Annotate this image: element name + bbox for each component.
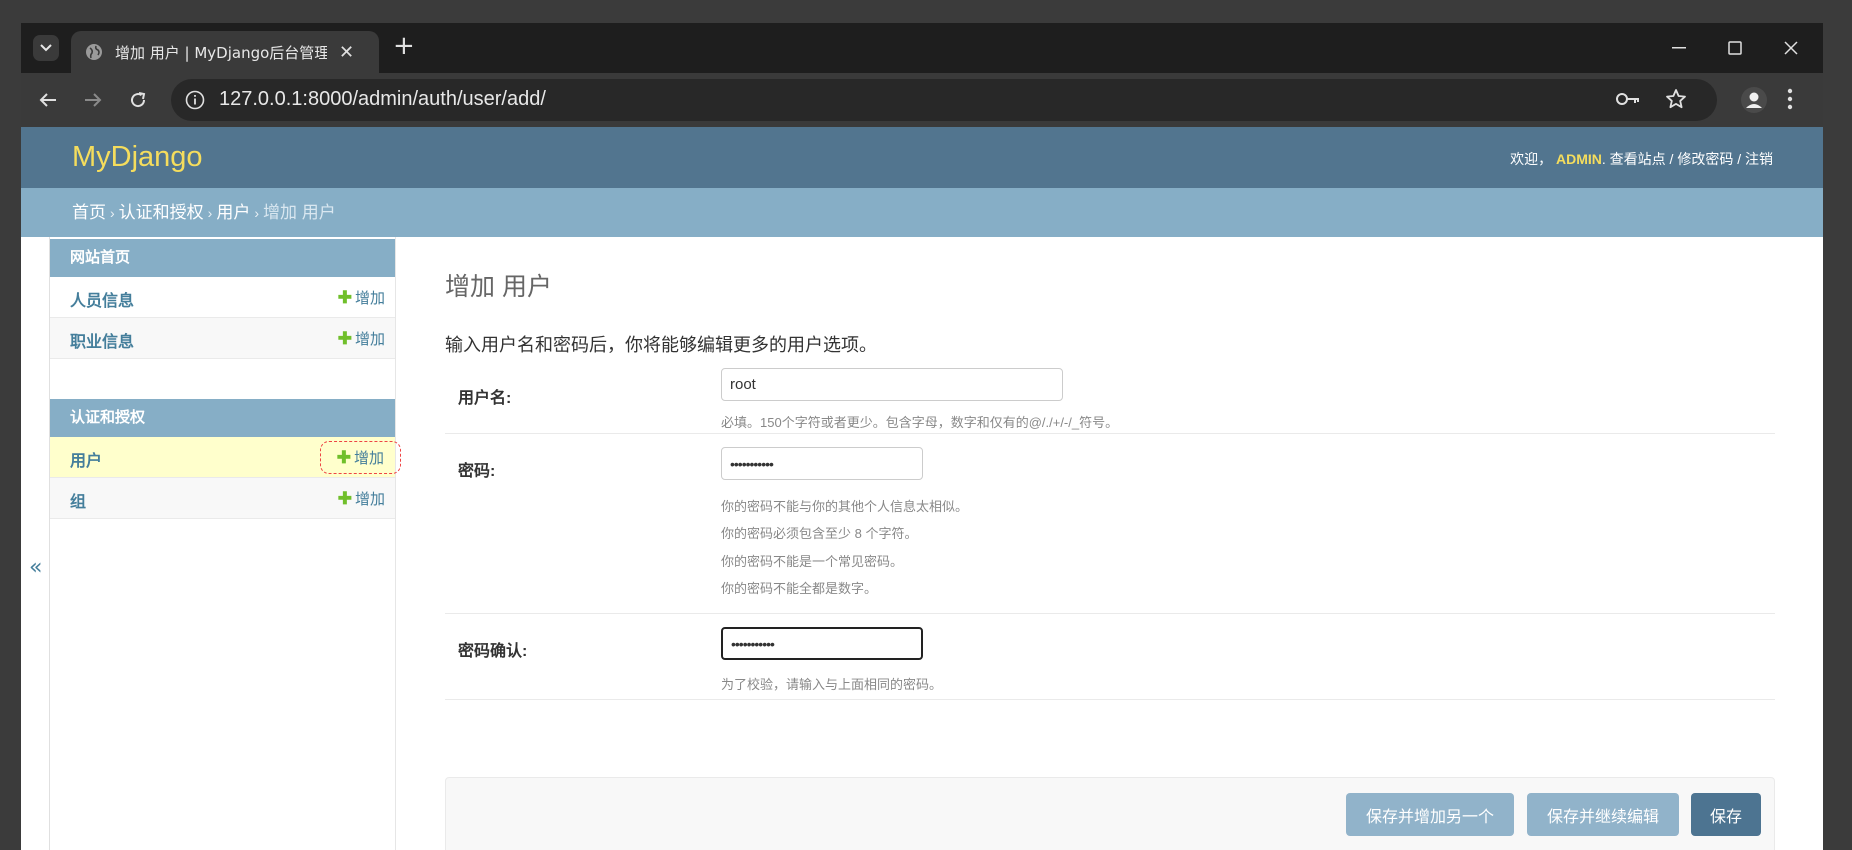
arrow-left-icon: [39, 93, 56, 107]
sidebar-item-label[interactable]: 用户: [70, 447, 102, 471]
plus-icon: ✚: [337, 489, 352, 508]
reload-icon: [131, 92, 146, 108]
module-site: 网站首页 人员信息 ✚ 增加 职业信息 ✚ 增加: [50, 239, 395, 359]
sidebar-item-label[interactable]: 人员信息: [70, 287, 134, 311]
sidebar-item-career[interactable]: 职业信息 ✚ 增加: [50, 318, 395, 359]
module-caption[interactable]: 网站首页: [50, 239, 395, 277]
breadcrumb-model[interactable]: 用户: [216, 203, 250, 222]
admin-header: MyDjango 欢迎， ADMIN. 查看站点 / 修改密码 / 注销: [21, 127, 1823, 188]
sidebar-item-users[interactable]: 用户 ✚ 增加: [50, 437, 401, 478]
breadcrumb-app[interactable]: 认证和授权: [119, 203, 204, 222]
globe-icon: [86, 44, 102, 60]
page-title: 增加 用户: [445, 273, 552, 301]
close-tab-icon[interactable]: ✕: [339, 42, 354, 63]
module-auth: 认证和授权 用户 ✚ 增加 组 ✚ 增加: [50, 399, 401, 519]
password-confirm-field[interactable]: [721, 627, 923, 660]
add-link[interactable]: ✚ 增加: [338, 488, 385, 509]
back-button[interactable]: [33, 85, 63, 115]
tab-search-button[interactable]: [33, 35, 59, 61]
password-confirm-row: 密码确认: 为了校验，请输入与上面相同的密码。: [445, 614, 1775, 700]
sidebar-item-label[interactable]: 职业信息: [70, 328, 134, 352]
sidebar-item-person[interactable]: 人员信息 ✚ 增加: [50, 277, 395, 318]
sidebar-toggle[interactable]: «: [21, 237, 50, 850]
username-row: 用户名: 必填。150个字符或者更少。包含字母，数字和仅有的@/./+/-/_符…: [445, 364, 1775, 434]
password-confirm-label: 密码确认:: [458, 643, 528, 660]
profile-icon[interactable]: [1740, 86, 1768, 114]
close-window-button[interactable]: [1763, 23, 1819, 73]
url-text: 127.0.0.1:8000/admin/auth/user/add/: [219, 88, 546, 110]
main-content: 增加 用户 输入用户名和密码后，你将能够编辑更多的用户选项。 用户名: 必填。1…: [445, 237, 1795, 850]
form-intro: 输入用户名和密码后，你将能够编辑更多的用户选项。: [445, 335, 877, 355]
module-caption[interactable]: 认证和授权: [50, 399, 395, 437]
welcome-text: 欢迎，: [1510, 151, 1553, 167]
password-help-item: 你的密码不能全都是数字。: [721, 581, 878, 596]
separator: /: [1737, 151, 1742, 167]
password-row: 密码: 你的密码不能与你的其他个人信息太相似。 你的密码必须包含至少 8 个字符…: [445, 434, 1775, 614]
add-link[interactable]: ✚ 增加: [338, 328, 385, 349]
maximize-button[interactable]: [1707, 23, 1763, 73]
user-tools: 欢迎， ADMIN. 查看站点 / 修改密码 / 注销: [1510, 151, 1773, 167]
add-label: 增加: [354, 491, 385, 508]
save-and-add-another-button[interactable]: 保存并增加另一个: [1346, 793, 1514, 836]
breadcrumb-current: 增加 用户: [263, 203, 336, 222]
password-confirm-help: 为了校验，请输入与上面相同的密码。: [721, 677, 943, 692]
reload-button[interactable]: [123, 85, 153, 115]
browser-tab[interactable]: 增加 用户 | MyDjango后台管理 ✕: [71, 31, 379, 73]
bookmark-star-icon[interactable]: [1665, 88, 1687, 110]
chevron-down-icon: [40, 44, 52, 52]
save-button[interactable]: 保存: [1691, 793, 1761, 836]
password-help-item: 你的密码不能是一个常见密码。: [721, 554, 904, 569]
add-label: 增加: [353, 450, 384, 467]
browser-window: 增加 用户 | MyDjango后台管理 ✕ + 127.0.0.1:8000/…: [21, 23, 1823, 850]
add-link[interactable]: ✚ 增加: [338, 287, 385, 308]
separator: /: [1669, 151, 1674, 167]
collapse-sidebar-icon: «: [29, 555, 43, 580]
more-menu-icon[interactable]: [1787, 87, 1793, 111]
logout-link[interactable]: 注销: [1745, 151, 1773, 167]
browser-toolbar: 127.0.0.1:8000/admin/auth/user/add/: [21, 73, 1823, 127]
change-password-link[interactable]: 修改密码: [1677, 151, 1733, 167]
view-site-link[interactable]: 查看站点: [1610, 151, 1666, 167]
password-field[interactable]: [721, 447, 923, 480]
nav-sidebar: 网站首页 人员信息 ✚ 增加 职业信息 ✚ 增加 认证和授权 用户 ✚ 增加 组 ✚ 增…: [50, 237, 401, 850]
site-brand[interactable]: MyDjango: [72, 141, 203, 174]
add-label: 增加: [354, 290, 385, 307]
maximize-icon: [1728, 41, 1742, 55]
add-link[interactable]: ✚ 增加: [319, 441, 401, 474]
save-and-continue-button[interactable]: 保存并继续编辑: [1527, 793, 1679, 836]
close-icon: [1784, 41, 1798, 55]
tab-strip: 增加 用户 | MyDjango后台管理 ✕ +: [21, 23, 1823, 73]
password-help-item: 你的密码不能与你的其他个人信息太相似。: [721, 499, 969, 514]
breadcrumb-sep: ›: [207, 205, 213, 221]
plus-icon: ✚: [337, 288, 352, 307]
password-help-item: 你的密码必须包含至少 8 个字符。: [721, 526, 918, 541]
key-icon[interactable]: [1615, 90, 1641, 108]
username-help: 必填。150个字符或者更少。包含字母，数字和仅有的@/./+/-/_符号。: [721, 415, 1119, 430]
plus-icon: ✚: [336, 448, 351, 467]
add-label: 增加: [354, 331, 385, 348]
breadcrumb-home[interactable]: 首页: [72, 203, 106, 222]
breadcrumb-sep: ›: [110, 205, 115, 221]
plus-icon: ✚: [337, 329, 352, 348]
password-label: 密码:: [458, 463, 496, 480]
address-bar[interactable]: 127.0.0.1:8000/admin/auth/user/add/: [171, 79, 1717, 121]
sidebar-item-label[interactable]: 组: [70, 488, 86, 512]
username-field[interactable]: [721, 368, 1063, 401]
username: ADMIN: [1555, 151, 1602, 167]
username-label: 用户名:: [458, 390, 512, 407]
minimize-icon: [1672, 47, 1686, 49]
arrow-right-icon: [85, 93, 102, 107]
submit-row: 保存并增加另一个 保存并继续编辑 保存: [445, 777, 1775, 850]
sidebar-item-groups[interactable]: 组 ✚ 增加: [50, 478, 395, 519]
tab-title: 增加 用户 | MyDjango后台管理: [115, 43, 327, 62]
breadcrumb-sep: ›: [254, 205, 260, 221]
site-info-icon[interactable]: [185, 90, 205, 110]
forward-button[interactable]: [78, 85, 108, 115]
new-tab-button[interactable]: +: [393, 33, 415, 59]
breadcrumb: 首页 › 认证和授权 › 用户 › 增加 用户: [21, 188, 1823, 237]
minimize-button[interactable]: [1651, 23, 1707, 73]
